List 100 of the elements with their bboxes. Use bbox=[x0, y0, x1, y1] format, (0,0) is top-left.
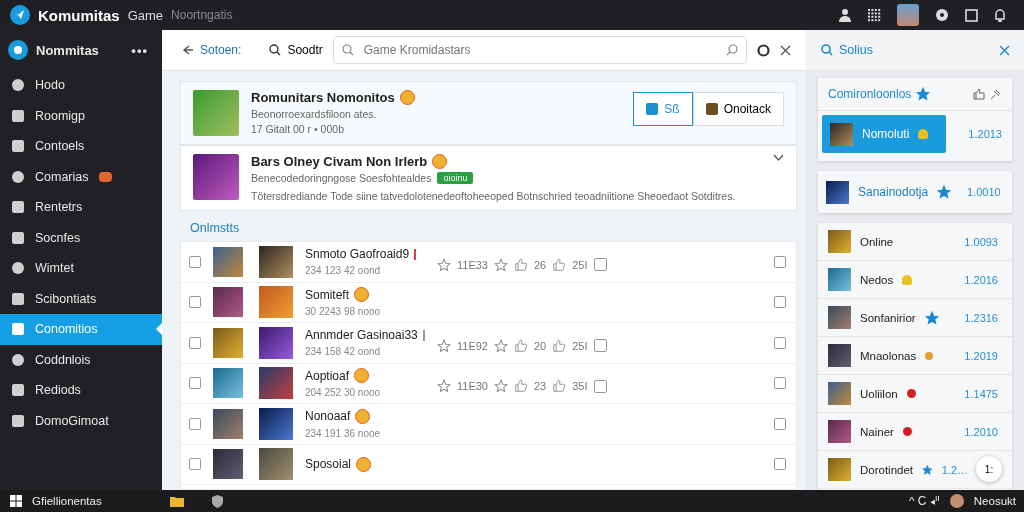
star-icon bbox=[437, 379, 451, 394]
toggle-button[interactable]: Onoitack bbox=[692, 92, 784, 126]
folder-icon[interactable] bbox=[170, 495, 184, 507]
photo-placeholder bbox=[259, 286, 293, 319]
item-name: Nomoluti bbox=[862, 127, 910, 141]
grid-icon[interactable] bbox=[868, 8, 881, 22]
star-count: 11E30 bbox=[457, 380, 488, 393]
sidebar-item[interactable]: Contoels bbox=[0, 131, 162, 162]
star-count: 11E33 bbox=[457, 258, 488, 271]
emoji-icon bbox=[354, 368, 370, 384]
photo-placeholder bbox=[213, 287, 243, 318]
row-title: Aoptioaf bbox=[305, 368, 350, 383]
system-tray[interactable]: ^ Ꮯ ◂ᐦ bbox=[909, 494, 940, 508]
image-icon bbox=[646, 103, 659, 115]
item-name: Sanainodotja bbox=[858, 185, 929, 199]
photo-placeholder bbox=[193, 90, 239, 136]
list-item[interactable]: Online 1.0093 bbox=[818, 223, 1012, 261]
search-button[interactable]: Soodtr bbox=[251, 43, 323, 57]
photo-placeholder bbox=[213, 368, 243, 399]
floating-action-button[interactable]: 1: bbox=[976, 456, 1002, 482]
checkbox[interactable] bbox=[774, 296, 786, 309]
thumbs-up-icon[interactable] bbox=[973, 88, 985, 100]
star-icon bbox=[437, 338, 451, 353]
checkbox[interactable] bbox=[189, 458, 201, 471]
list-item[interactable]: Nedos 1.2016 bbox=[818, 261, 1012, 299]
emoji-icon bbox=[354, 287, 369, 303]
circle-icon[interactable] bbox=[935, 8, 949, 22]
sidebar-item[interactable]: Rediods bbox=[0, 375, 162, 406]
row-title: Annmder Gasinoai33 bbox=[305, 328, 418, 343]
row-meta: 234 191 36 nooe bbox=[305, 427, 382, 439]
sidebar-item[interactable]: Hodo bbox=[0, 70, 162, 101]
checkbox[interactable] bbox=[189, 296, 201, 309]
photo-placeholder bbox=[828, 268, 851, 291]
sidebar-item[interactable]: Comarias bbox=[0, 161, 162, 192]
sidebar-item[interactable]: Coddnlois bbox=[0, 344, 162, 375]
checkbox[interactable] bbox=[774, 417, 786, 430]
sidebar-item[interactable]: DomoGimoat bbox=[0, 405, 162, 436]
pin-icon[interactable] bbox=[990, 88, 1002, 100]
row-meta: 234 123 42 oond bbox=[305, 265, 382, 277]
search-icon[interactable] bbox=[726, 44, 738, 56]
list-item[interactable]: Nainer 1.2010 bbox=[818, 413, 1012, 451]
star-icon bbox=[922, 462, 933, 477]
photo-placeholder bbox=[828, 230, 851, 253]
emoji-icon bbox=[432, 154, 448, 169]
bell-icon bbox=[918, 129, 929, 139]
checkbox[interactable] bbox=[189, 255, 201, 268]
thumbs-up-icon bbox=[552, 379, 567, 394]
chevron-down-icon[interactable] bbox=[773, 154, 784, 162]
search-input[interactable]: Game Kromidastars bbox=[361, 42, 718, 58]
item-value: 1.2013 bbox=[968, 128, 1002, 140]
item-value: 1.2010 bbox=[964, 425, 998, 438]
photo-placeholder bbox=[828, 344, 851, 367]
photo-placeholder bbox=[259, 407, 293, 440]
toggle-button[interactable]: Sß bbox=[633, 92, 693, 126]
list-item[interactable]: Mnaolonas 1.2019 bbox=[818, 337, 1012, 375]
user-name: Neosukt bbox=[973, 495, 1016, 507]
status-tag: oioinu bbox=[437, 172, 474, 184]
card-subtitle: Beonorroexardsfiloon ates. bbox=[251, 108, 378, 120]
bell-icon[interactable] bbox=[994, 8, 1006, 22]
card-title: Comironloonlos bbox=[828, 87, 912, 101]
bell-icon bbox=[902, 274, 913, 285]
thumbs-up-icon bbox=[514, 379, 528, 394]
arrow-left-icon bbox=[182, 44, 194, 56]
close-icon[interactable] bbox=[999, 44, 1010, 56]
row-title: Nonoaaf bbox=[305, 409, 351, 424]
sidebar-title: Nommitas bbox=[36, 42, 99, 58]
checkbox[interactable] bbox=[189, 336, 201, 349]
list-item[interactable]: Sanainodotja bbox=[818, 173, 960, 211]
emoji-icon bbox=[399, 90, 415, 105]
checkbox[interactable] bbox=[189, 377, 201, 390]
person-icon[interactable] bbox=[838, 8, 852, 22]
back-link[interactable]: Sotoen: bbox=[182, 43, 242, 57]
photo-placeholder bbox=[193, 154, 239, 200]
checkbox[interactable] bbox=[774, 458, 786, 471]
search-field[interactable]: Game Kromidastars bbox=[332, 36, 747, 64]
sidebar-item[interactable]: Socnfes bbox=[0, 222, 162, 253]
list-item[interactable]: Sonfanirior 1.2316 bbox=[818, 299, 1012, 337]
row-title: Snmoto Gaofroaid9 bbox=[305, 247, 410, 262]
sidebar-item[interactable]: Rentetrs bbox=[0, 192, 162, 223]
dot-icon bbox=[925, 351, 934, 360]
section-heading: Onlmstts bbox=[189, 220, 241, 237]
checkbox[interactable] bbox=[774, 336, 786, 349]
sidebar-item[interactable]: Wimtet bbox=[0, 253, 162, 284]
checkbox[interactable] bbox=[189, 417, 201, 430]
sidebar-item[interactable]: Scibontiats bbox=[0, 283, 162, 314]
close-icon[interactable] bbox=[780, 44, 791, 56]
shield-icon[interactable] bbox=[211, 494, 223, 508]
item-name: Sonfanirior bbox=[860, 311, 916, 324]
avatar-placeholder[interactable] bbox=[949, 494, 964, 508]
more-button[interactable]: ••• bbox=[131, 42, 148, 58]
item-value: 1.2316 bbox=[964, 311, 998, 324]
star-icon bbox=[494, 338, 508, 353]
list-item[interactable]: Uoliilon 1.1475 bbox=[818, 375, 1012, 413]
row-meta: 204 252 30 nooo bbox=[305, 387, 382, 399]
star-icon bbox=[494, 379, 508, 394]
checkbox[interactable] bbox=[774, 377, 786, 390]
windows-logo-icon[interactable] bbox=[10, 495, 22, 507]
item-name: Uoliilon bbox=[860, 387, 898, 400]
checkbox[interactable] bbox=[774, 255, 786, 268]
sidebar-item[interactable]: Roomigp bbox=[0, 100, 162, 131]
